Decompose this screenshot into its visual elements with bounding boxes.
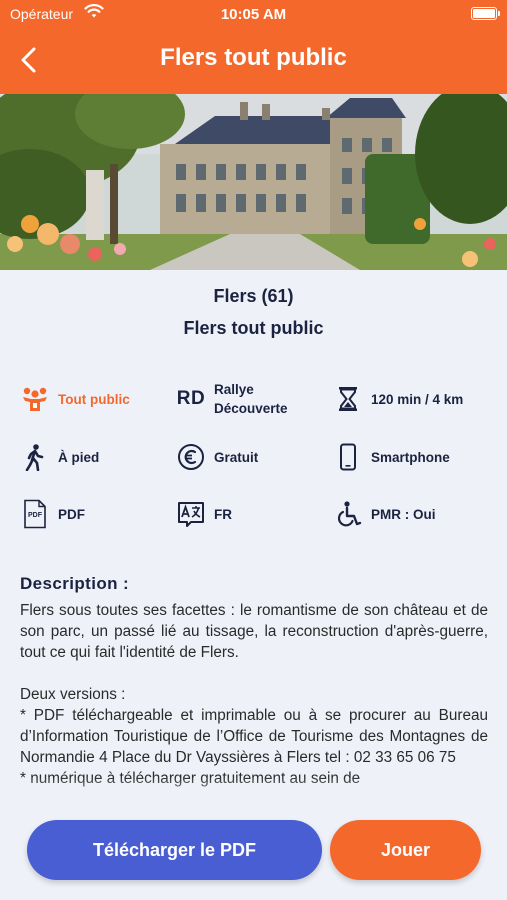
feature-mode: À pied [20,437,99,477]
feature-label: Gratuit [214,449,259,465]
feature-label: Tout public [58,391,130,407]
feature-label: 120 min / 4 km [371,391,464,407]
city-label: Flers (61) [213,286,294,306]
svg-text:PDF: PDF [28,512,43,519]
route-title: Flers tout public [183,318,324,338]
feature-format: PDF PDF [20,494,85,534]
smartphone-icon [333,442,363,472]
battery-icon [471,7,500,20]
feature-label: Rallye Découverte [214,382,288,416]
status-bar: Opérateur 10:05 AM [0,0,507,30]
euro-icon [176,442,206,472]
feature-type: RD Rallye Découverte [176,379,288,419]
wheelchair-icon [333,499,363,529]
feature-label: PMR : Oui [371,506,436,522]
walking-icon [20,442,50,472]
feature-audience: Tout public [20,379,130,419]
feature-price: Gratuit [176,437,258,477]
play-button[interactable]: Jouer [330,820,481,880]
feature-label: Smartphone [371,449,450,465]
clock: 10:05 AM [220,6,287,23]
feature-device: Smartphone [333,437,450,477]
nav-header: Opérateur 10:05 AM Flers tout public [0,0,507,94]
feature-accessibility: PMR : Oui [333,494,436,534]
hourglass-icon [333,384,363,414]
description-heading: Description : [20,574,130,593]
audience-icon [20,384,50,414]
feature-language: FR [176,494,232,534]
scroll-fade [0,776,507,820]
page-title: Flers tout public [160,44,347,71]
feature-label: FR [214,506,232,522]
translate-icon [176,499,206,529]
download-pdf-button[interactable]: Télécharger le PDF [27,820,322,880]
pdf-icon: PDF [20,499,50,529]
rd-badge: RD [176,388,206,409]
feature-label: À pied [58,449,100,465]
feature-duration: 120 min / 4 km [333,379,463,419]
hero-image [0,94,507,270]
feature-label: PDF [58,506,85,522]
